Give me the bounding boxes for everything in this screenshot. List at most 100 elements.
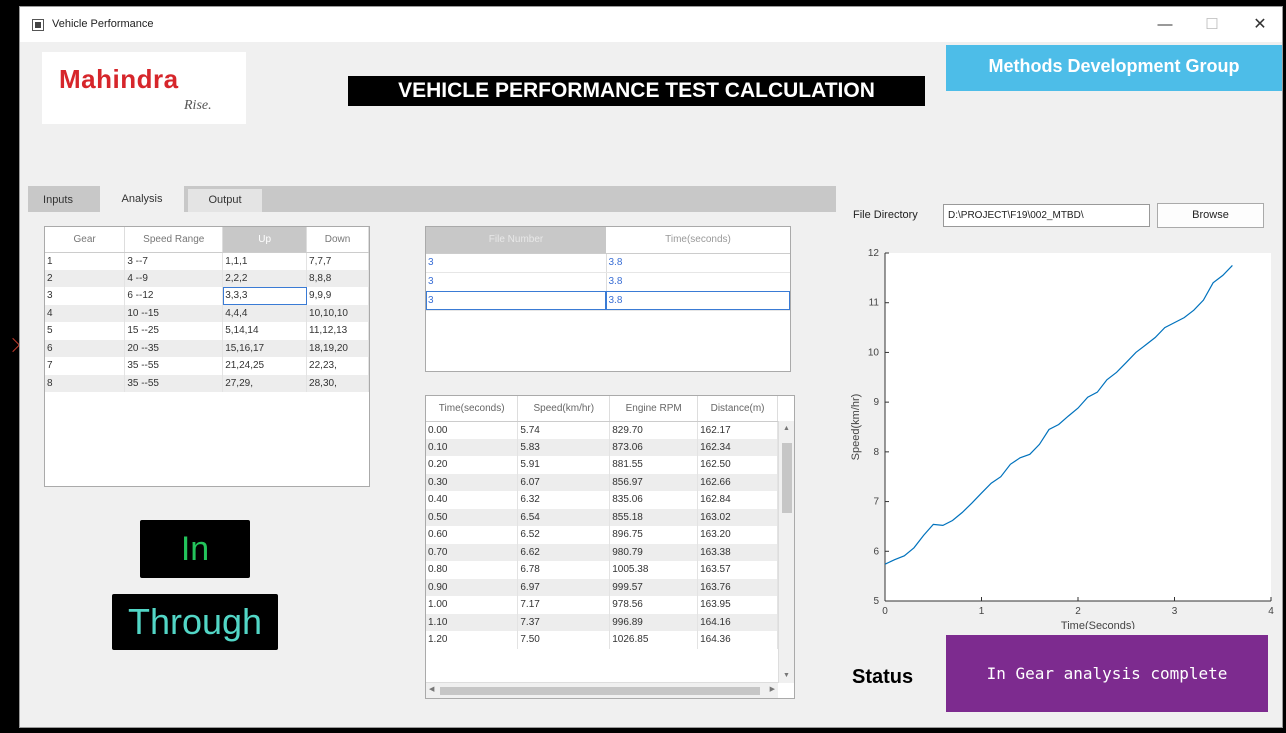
file-table-row[interactable]: 3 3.8 [426, 291, 790, 311]
data-table-row[interactable]: 0.60 6.52 896.75 163.20 [426, 526, 778, 544]
gear-table-row-cell[interactable]: 3,3,3 [222, 287, 308, 305]
file-table-row-cell[interactable]: 3.8 [606, 291, 790, 311]
data-table-row-cell[interactable]: 5.74 [517, 421, 611, 439]
data-table-row-cell[interactable]: 0.60 [426, 526, 519, 544]
data-table-row-cell[interactable]: 0.70 [426, 543, 519, 561]
gear-table-row[interactable]: 7 35 --55 21,24,25 22,23, [45, 357, 369, 375]
horizontal-scrollbar[interactable]: ◀ ▶ [426, 682, 778, 698]
data-table-row-cell[interactable]: 163.95 [697, 596, 778, 614]
gear-table-row-cell[interactable]: 10,10,10 [306, 304, 369, 322]
gear-table-row-cell[interactable]: 1,1,1 [222, 252, 308, 270]
horizontal-scroll-thumb[interactable] [440, 687, 760, 695]
data-table-row[interactable]: 0.50 6.54 855.18 163.02 [426, 508, 778, 526]
data-table-row-cell[interactable]: 978.56 [609, 596, 699, 614]
column-header-gear[interactable]: Gear [45, 227, 126, 253]
file-table-row-cell[interactable]: 3 [426, 272, 607, 292]
data-table-row[interactable]: 1.00 7.17 978.56 163.95 [426, 596, 778, 614]
data-table-row-cell[interactable]: 0.40 [426, 491, 519, 509]
data-table-row-cell[interactable]: 6.52 [517, 526, 611, 544]
column-header-speed[interactable]: Speed(km/hr) [517, 396, 611, 422]
gear-table-row-cell[interactable]: 18,19,20 [306, 339, 369, 357]
gear-table-row-cell[interactable]: 6 --12 [124, 287, 224, 305]
gear-table-row-cell[interactable]: 1 [45, 252, 126, 270]
gear-table-row-cell[interactable]: 15,16,17 [222, 339, 308, 357]
file-table-row[interactable]: 3 3.8 [426, 272, 790, 292]
scroll-right-icon[interactable]: ▶ [770, 685, 775, 693]
gear-table-row-cell[interactable]: 8,8,8 [306, 269, 369, 287]
gear-table-row-cell[interactable]: 7,7,7 [306, 252, 369, 270]
data-table-row[interactable]: 0.30 6.07 856.97 162.66 [426, 473, 778, 491]
column-header-up[interactable]: Up [222, 227, 308, 253]
scroll-down-icon[interactable]: ▼ [783, 672, 790, 679]
data-table-row[interactable]: 0.00 5.74 829.70 162.17 [426, 421, 778, 439]
column-header-file-number[interactable]: File Number [426, 227, 606, 254]
scroll-left-icon[interactable]: ◀ [429, 685, 434, 693]
gear-table-row-cell[interactable]: 5 [45, 322, 126, 340]
gear-table-row-cell[interactable]: 35 --55 [124, 357, 224, 375]
data-table-row-cell[interactable]: 164.36 [697, 631, 778, 649]
data-table-row-cell[interactable]: 1.10 [426, 613, 519, 631]
gear-table-row-cell[interactable]: 4,4,4 [222, 304, 308, 322]
column-header-time-seconds[interactable]: Time(seconds) [426, 396, 519, 422]
gear-table-row-cell[interactable]: 7 [45, 357, 126, 375]
data-table-row-cell[interactable]: 5.91 [517, 456, 611, 474]
data-table-row-cell[interactable]: 881.55 [609, 456, 699, 474]
data-table-row-cell[interactable]: 6.32 [517, 491, 611, 509]
file-table-row-cell[interactable]: 3 [426, 253, 607, 273]
data-table-row-cell[interactable]: 1005.38 [609, 561, 699, 579]
data-table-row-cell[interactable]: 0.20 [426, 456, 519, 474]
data-table-row-cell[interactable]: 896.75 [609, 526, 699, 544]
title-bar[interactable]: Vehicle Performance — ☐ ✕ [20, 7, 1282, 42]
gear-table-row-cell[interactable]: 8 [45, 374, 126, 392]
gear-table-row-cell[interactable]: 27,29, [222, 374, 308, 392]
gear-table-row-cell[interactable]: 6 [45, 339, 126, 357]
data-table-row-cell[interactable]: 1.20 [426, 631, 519, 649]
data-table-row[interactable]: 0.20 5.91 881.55 162.50 [426, 456, 778, 474]
gear-table-row-cell[interactable]: 21,24,25 [222, 357, 308, 375]
gear-table-row-cell[interactable]: 15 --25 [124, 322, 224, 340]
data-table-row-cell[interactable]: 999.57 [609, 578, 699, 596]
data-table-row-cell[interactable]: 0.30 [426, 473, 519, 491]
tab-output[interactable]: Output [188, 189, 262, 212]
gear-table-row-cell[interactable]: 2 [45, 269, 126, 287]
gear-table-row-cell[interactable]: 9,9,9 [306, 287, 369, 305]
gear-table-row-cell[interactable]: 35 --55 [124, 374, 224, 392]
gear-table-row-cell[interactable]: 20 --35 [124, 339, 224, 357]
gear-table-row[interactable]: 36 --12 3,3,3 9,9,9 [45, 287, 369, 305]
data-table-row-cell[interactable]: 163.76 [697, 578, 778, 596]
data-table-row-cell[interactable]: 0.10 [426, 438, 519, 456]
data-table-row-cell[interactable]: 0.50 [426, 508, 519, 526]
scroll-up-icon[interactable]: ▲ [783, 425, 790, 432]
gear-table-row-cell[interactable]: 10 --15 [124, 304, 224, 322]
data-table-row-cell[interactable]: 7.50 [517, 631, 611, 649]
data-table-row-cell[interactable]: 164.16 [697, 613, 778, 631]
data-table-row-cell[interactable]: 7.17 [517, 596, 611, 614]
file-table-row-cell[interactable]: 3 [426, 291, 607, 311]
minimize-button[interactable]: — [1147, 13, 1183, 37]
data-table-row-cell[interactable]: 873.06 [609, 438, 699, 456]
data-table-row-cell[interactable]: 0.90 [426, 578, 519, 596]
gear-table-row-cell[interactable]: 11,12,13 [306, 322, 369, 340]
gear-table-row-cell[interactable]: 3 --7 [124, 252, 224, 270]
gear-table-row-cell[interactable]: 5,14,14 [222, 322, 308, 340]
data-table-row-cell[interactable]: 163.20 [697, 526, 778, 544]
gear-table-row-cell[interactable]: 3 [45, 287, 126, 305]
maximize-button[interactable]: ☐ [1194, 13, 1230, 37]
data-table-row-cell[interactable]: 1026.85 [609, 631, 699, 649]
data-table-row-cell[interactable]: 6.62 [517, 543, 611, 561]
data-table-row[interactable]: 0.10 5.83 873.06 162.34 [426, 438, 778, 456]
vertical-scrollbar[interactable]: ▲ ▼ [778, 421, 794, 683]
data-table-row-cell[interactable]: 0.00 [426, 421, 519, 439]
data-table-row[interactable]: 0.90 6.97 999.57 163.76 [426, 578, 778, 596]
column-header-distance[interactable]: Distance(m) [697, 396, 778, 422]
data-table-row-cell[interactable]: 7.37 [517, 613, 611, 631]
column-header-speed-range[interactable]: Speed Range [124, 227, 224, 253]
data-table-row-cell[interactable]: 996.89 [609, 613, 699, 631]
data-table-row-cell[interactable]: 163.02 [697, 508, 778, 526]
data-table-row[interactable]: 0.80 6.78 1005.38 163.57 [426, 561, 778, 579]
tab-inputs[interactable]: Inputs [34, 189, 82, 212]
gear-table-row[interactable]: 13 --7 1,1,1 7,7,7 [45, 252, 369, 270]
data-table-row-cell[interactable]: 5.83 [517, 438, 611, 456]
vertical-scroll-thumb[interactable] [782, 443, 792, 513]
gear-table-row[interactable]: 5 15 --25 5,14,14 11,12,13 [45, 322, 369, 340]
